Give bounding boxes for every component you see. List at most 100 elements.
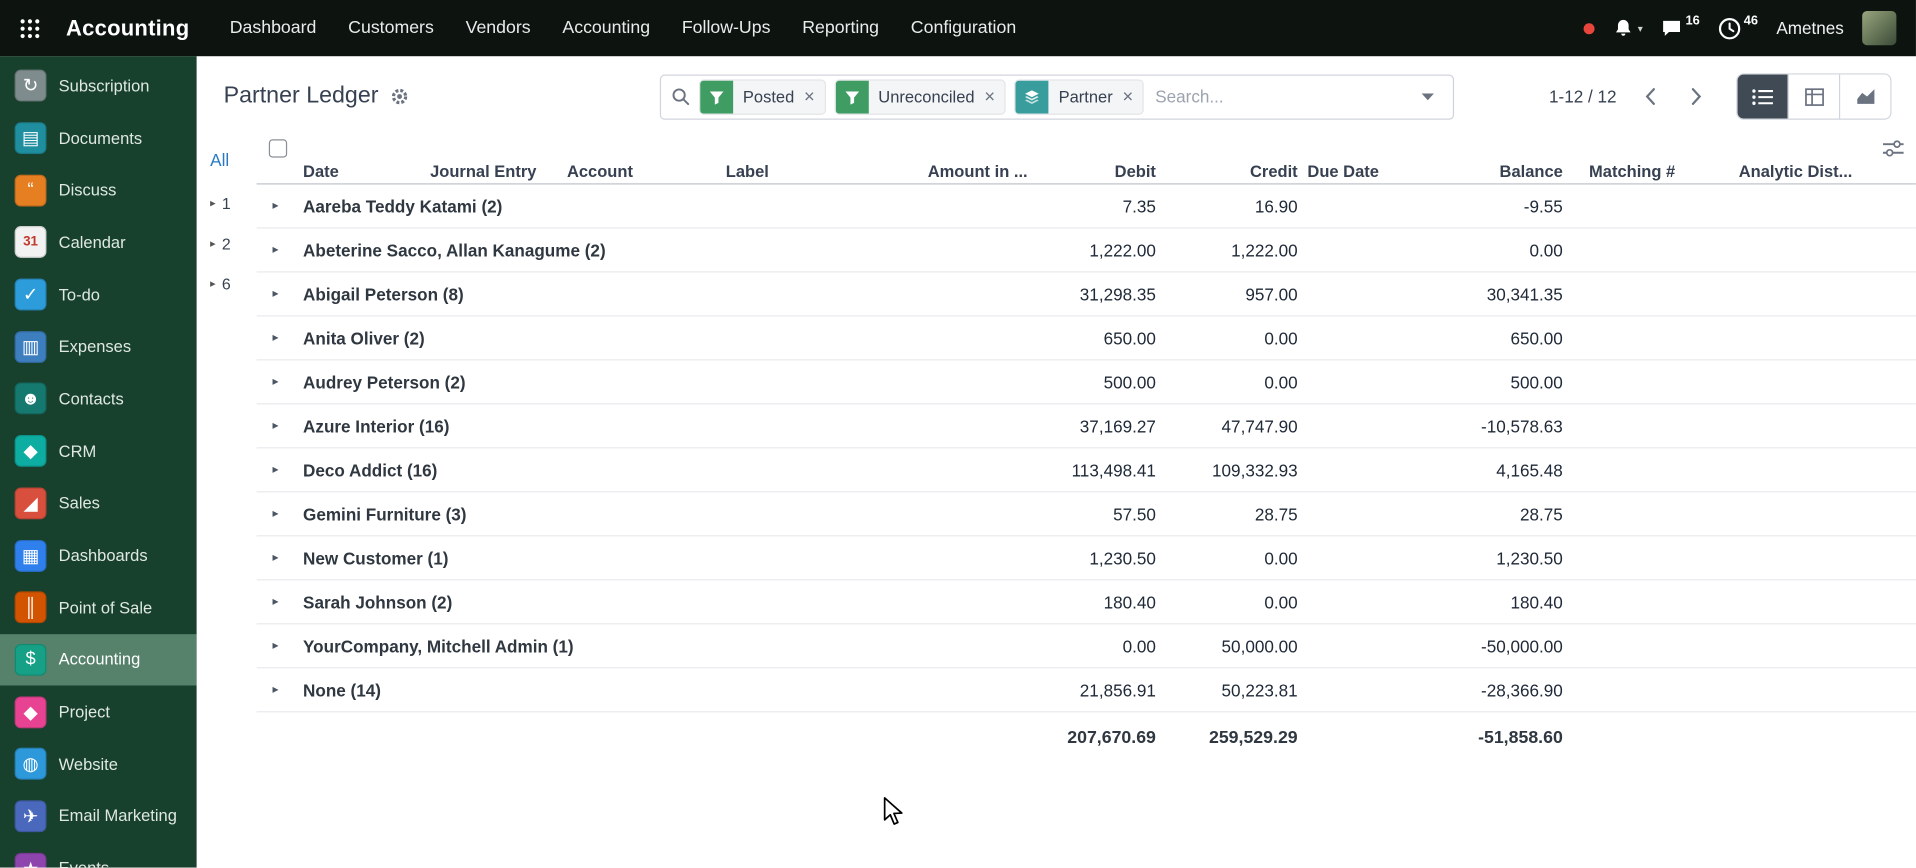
facet-remove-icon[interactable]: × xyxy=(1122,87,1142,105)
select-all-checkbox[interactable] xyxy=(268,139,288,158)
sidebar-item-crm[interactable]: ◆ CRM xyxy=(0,425,197,477)
expand-caret-icon[interactable]: ▸ xyxy=(272,683,298,696)
table-header: Date Journal Entry Account Label Amount in .… xyxy=(256,137,1916,185)
app-icon-to-do: ✓ xyxy=(14,278,47,311)
table-row-azure-interior-16[interactable]: ▸ Azure Interior (16) 37,169.27 47,747.90 -1… xyxy=(256,404,1916,449)
column-header-amount-in[interactable]: Amount in ... xyxy=(886,163,1033,181)
action-gear-icon[interactable] xyxy=(389,87,409,107)
table-area: All ▸ 1 ▸ 2 ▸ 6 Date Journal Entry Account Label… xyxy=(197,137,1916,868)
column-header-analytic-dist[interactable]: Analytic Dist... xyxy=(1680,163,1857,181)
sidebar-item-sales[interactable]: ◢ Sales xyxy=(0,477,197,529)
pager-previous-button[interactable] xyxy=(1631,78,1668,115)
column-header-balance[interactable]: Balance xyxy=(1417,163,1567,181)
sidebar-item-label: Contacts xyxy=(58,389,124,409)
app-title[interactable]: Accounting xyxy=(66,15,189,41)
view-switch-pivot[interactable] xyxy=(1787,74,1839,119)
sidebar-item-label: Website xyxy=(58,754,118,774)
expand-caret-icon[interactable]: ▸ xyxy=(272,463,298,476)
expand-caret-icon[interactable]: ▸ xyxy=(272,287,298,300)
group-tree-item-2[interactable]: ▸ 2 xyxy=(210,224,256,264)
sidebar-item-calendar[interactable]: 31 Calendar xyxy=(0,216,197,268)
table-row-aareba-teddy-katami-2[interactable]: ▸ Aareba Teddy Katami (2) 7.35 16.90 -9.55 xyxy=(256,185,1916,229)
table-row-yourcompany-mitchell-admin-1[interactable]: ▸ YourCompany, Mitchell Admin (1) 0.00 50,0… xyxy=(256,624,1916,669)
sidebar-item-expenses[interactable]: ▥ Expenses xyxy=(0,321,197,373)
table-row-new-customer-1[interactable]: ▸ New Customer (1) 1,230.50 0.00 1,230.50 xyxy=(256,536,1916,581)
view-switch-graph[interactable] xyxy=(1838,74,1891,119)
group-name: Azure Interior (16) xyxy=(303,416,450,436)
search-input[interactable] xyxy=(1152,85,1401,108)
menu-item-vendors[interactable]: Vendors xyxy=(450,0,547,56)
search-facet-unreconciled[interactable]: Unreconciled × xyxy=(834,78,1007,115)
expand-caret-icon[interactable]: ▸ xyxy=(272,331,298,344)
menu-item-dashboard[interactable]: Dashboard xyxy=(214,0,332,56)
column-header-date[interactable]: Date xyxy=(298,163,425,181)
sidebar-item-label: Dashboards xyxy=(58,546,148,565)
expand-caret-icon[interactable]: ▸ xyxy=(272,375,298,388)
column-header-debit[interactable]: Debit xyxy=(1033,163,1161,181)
sidebar-item-to-do[interactable]: ✓ To-do xyxy=(0,269,197,321)
sidebar-item-point-of-sale[interactable]: ║ Point of Sale xyxy=(0,581,197,633)
menu-item-customers[interactable]: Customers xyxy=(332,0,449,56)
column-header-due-date[interactable]: Due Date xyxy=(1303,163,1418,181)
table-row-gemini-furniture-3[interactable]: ▸ Gemini Furniture (3) 57.50 28.75 28.75 xyxy=(256,492,1916,537)
search-facet-partner[interactable]: Partner × xyxy=(1014,78,1145,115)
column-header-matching[interactable]: Matching # xyxy=(1568,163,1680,181)
apps-grid-icon[interactable] xyxy=(0,18,59,39)
table-row-audrey-peterson-2[interactable]: ▸ Audrey Peterson (2) 500.00 0.00 500.00 xyxy=(256,360,1916,405)
group-name: Audrey Peterson (2) xyxy=(303,372,466,392)
optional-columns-icon[interactable] xyxy=(1882,139,1904,157)
menu-item-configuration[interactable]: Configuration xyxy=(895,0,1032,56)
view-switcher xyxy=(1736,73,1892,120)
pager-next-button[interactable] xyxy=(1678,78,1715,115)
view-switch-list[interactable] xyxy=(1737,74,1788,119)
sidebar-item-website[interactable]: ◍ Website xyxy=(0,738,197,790)
expand-caret-icon[interactable]: ▸ xyxy=(272,199,298,212)
expand-caret-icon[interactable]: ▸ xyxy=(272,419,298,432)
group-tree-item-1[interactable]: ▸ 1 xyxy=(210,183,256,223)
menu-item-accounting[interactable]: Accounting xyxy=(547,0,666,56)
user-menu[interactable]: Ametnes xyxy=(1776,18,1844,38)
debit-cell: 21,856.91 xyxy=(1079,679,1156,700)
table-row-anita-oliver-2[interactable]: ▸ Anita Oliver (2) 650.00 0.00 650.00 xyxy=(256,316,1916,361)
messages-icon[interactable]: 16 xyxy=(1661,13,1700,39)
expand-caret-icon[interactable]: ▸ xyxy=(272,551,298,564)
group-tree-item-6[interactable]: ▸ 6 xyxy=(210,264,256,304)
sidebar-item-subscription[interactable]: ↻ Subscription xyxy=(0,60,197,112)
balance-cell: -50,000.00 xyxy=(1481,635,1563,656)
column-header-credit[interactable]: Credit xyxy=(1161,163,1303,181)
user-avatar[interactable] xyxy=(1862,10,1897,46)
table-row-none-14[interactable]: ▸ None (14) 21,856.91 50,223.81 -28,366.90 xyxy=(256,668,1916,713)
expand-caret-icon[interactable]: ▸ xyxy=(272,639,298,652)
sidebar-item-project[interactable]: ◆ Project xyxy=(0,686,197,738)
table-row-deco-addict-16[interactable]: ▸ Deco Addict (16) 113,498.41 109,332.93 4,1… xyxy=(256,448,1916,493)
menu-item-reporting[interactable]: Reporting xyxy=(786,0,895,56)
facet-remove-icon[interactable]: × xyxy=(984,87,1004,105)
page-title: Partner Ledger xyxy=(223,83,379,109)
expand-caret-icon[interactable]: ▸ xyxy=(272,507,298,520)
column-header-journal-entry[interactable]: Journal Entry xyxy=(425,163,562,181)
facet-remove-icon[interactable]: × xyxy=(804,87,824,105)
sidebar-item-label: Calendar xyxy=(58,233,126,252)
expand-caret-icon[interactable]: ▸ xyxy=(272,243,298,256)
table-row-abigail-peterson-8[interactable]: ▸ Abigail Peterson (8) 31,298.35 957.00 30,3… xyxy=(256,272,1916,317)
expand-caret-icon[interactable]: ▸ xyxy=(272,595,298,608)
expand-all-link[interactable]: All xyxy=(210,137,256,183)
sidebar-item-discuss[interactable]: “ Discuss xyxy=(0,164,197,216)
search-dropdown-caret-icon[interactable] xyxy=(1409,92,1446,101)
group-name: Abeterine Sacco, Allan Kanagume (2) xyxy=(303,240,606,260)
table-row-abeterine-sacco-allan-kanagume-2[interactable]: ▸ Abeterine Sacco, Allan Kanagume (2) 1,22… xyxy=(256,228,1916,273)
sidebar-item-contacts[interactable]: ☻ Contacts xyxy=(0,373,197,425)
activities-clock-icon[interactable]: 46 xyxy=(1718,13,1758,39)
column-header-account[interactable]: Account xyxy=(562,163,721,181)
menu-item-follow-ups[interactable]: Follow-Ups xyxy=(666,0,786,56)
balance-cell: -28,366.90 xyxy=(1481,679,1563,700)
table-row-sarah-johnson-2[interactable]: ▸ Sarah Johnson (2) 180.40 0.00 180.40 xyxy=(256,580,1916,625)
sidebar-item-email-marketing[interactable]: ✈ Email Marketing xyxy=(0,790,197,842)
notifications-bell-icon[interactable]: ▾ xyxy=(1613,18,1643,39)
sidebar-item-events[interactable]: ★ Events xyxy=(0,842,197,868)
sidebar-item-dashboards[interactable]: ▦ Dashboards xyxy=(0,529,197,581)
column-header-label[interactable]: Label xyxy=(721,163,886,181)
sidebar-item-accounting[interactable]: $ Accounting xyxy=(0,633,197,686)
search-facet-posted[interactable]: Posted × xyxy=(698,78,826,115)
sidebar-item-documents[interactable]: ▤ Documents xyxy=(0,112,197,164)
